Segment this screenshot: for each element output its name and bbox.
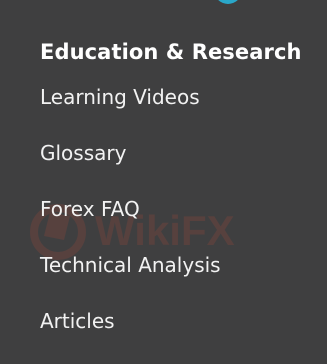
menu-item-learning-videos[interactable]: Learning Videos xyxy=(40,84,200,110)
menu-item-forex-faq[interactable]: Forex FAQ xyxy=(40,196,140,222)
education-research-menu: Education & Research Learning Videos Glo… xyxy=(40,38,310,333)
menu-title: Education & Research xyxy=(40,40,302,64)
menu-item-technical-analysis[interactable]: Technical Analysis xyxy=(40,252,221,278)
menu-item-glossary[interactable]: Glossary xyxy=(40,140,126,166)
menu-item-articles[interactable]: Articles xyxy=(40,308,115,334)
top-accent-circle xyxy=(214,0,242,4)
